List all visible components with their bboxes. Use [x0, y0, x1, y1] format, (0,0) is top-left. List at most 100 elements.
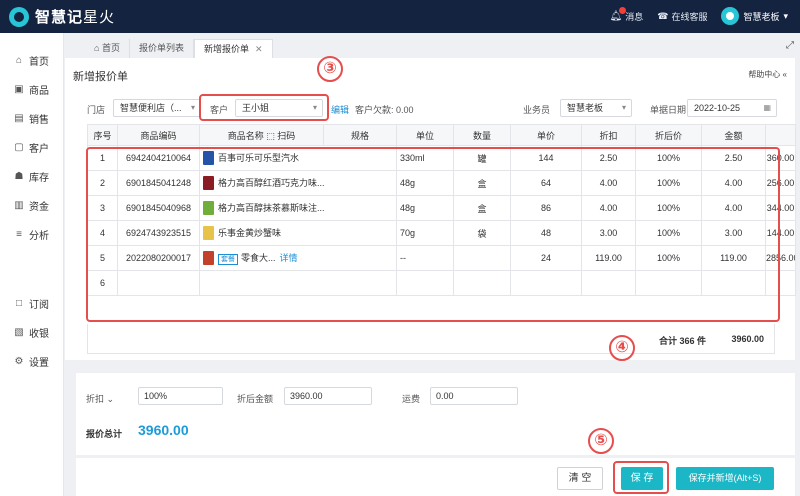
discount-label[interactable]: 折扣 ⌄ [86, 392, 114, 405]
tab-home[interactable]: ⌂ 首页 [85, 39, 130, 58]
col-header-scan[interactable]: 扫码 [277, 131, 295, 141]
table-header-row: 序号 商品编码 商品名称 ⬚ 扫码 规格 单位 数量 单价 折扣 折后价 金额 [87, 124, 796, 146]
sidebar-item-label: 首页 [29, 57, 49, 68]
tab-home-label: 首页 [101, 43, 120, 53]
help-center-link[interactable]: 帮助中心 « [748, 69, 787, 80]
book-icon: □ [15, 298, 23, 309]
col-header-price: 单价 [510, 124, 582, 146]
home-icon: ⌂ [94, 43, 102, 53]
col-header-name: 商品名称 ⬚ 扫码 [199, 124, 324, 146]
col-header-name-label: 商品名称 [227, 130, 264, 141]
after-discount-input[interactable]: 3960.00 [284, 387, 372, 405]
sidebar-item-clipboard[interactable]: ▤ 销售 [0, 104, 63, 133]
calendar-icon: ▦ [763, 103, 771, 112]
sidebar-item-label: 设置 [29, 358, 49, 369]
box-icon: ▣ [14, 84, 24, 95]
annotation-step-5: ⑤ [588, 428, 614, 454]
sidebar-item-home[interactable]: ⌂ 首页 [0, 46, 63, 75]
date-picker[interactable]: 2022-10-25 ▦ [687, 99, 777, 117]
shipping-label: 运费 [402, 394, 421, 404]
annotation-box-customer [199, 94, 329, 121]
col-header-spec: 规格 [323, 124, 397, 146]
avatar [721, 7, 740, 25]
col-header-amount: 金额 [701, 124, 766, 146]
discount-input[interactable]: 100% [138, 387, 223, 405]
expand-icon[interactable]: ⤢ [786, 40, 794, 51]
headset-icon: ☎ [657, 10, 669, 21]
notification-badge [619, 6, 627, 14]
messages-label: 消息 [625, 11, 644, 22]
sidebar-item-label: 订阅 [29, 300, 49, 311]
edit-customer-link[interactable]: 编辑 [331, 103, 349, 116]
app-logo[interactable]: 智慧记星火 [9, 6, 115, 27]
date-value: 2022-10-25 [694, 103, 741, 113]
collapse-icon: « [782, 70, 787, 79]
sidebar-item-label: 销售 [29, 115, 49, 126]
date-label: 单据日期 [650, 105, 687, 115]
col-header-no: 序号 [87, 124, 118, 146]
tab-new-quote-label: 新增报价单 [203, 44, 249, 54]
store-select[interactable]: 智慧便利店（... ▾ [113, 99, 201, 117]
annotation-box-save [613, 461, 669, 494]
salesman-select[interactable]: 智慧老板 ▾ [560, 99, 632, 117]
support-label: 在线客服 [671, 11, 708, 22]
close-icon[interactable]: ✕ [255, 44, 263, 54]
sidebar-item-label: 分析 [29, 231, 49, 242]
col-header-extra [765, 124, 796, 146]
shipping-input[interactable]: 0.00 [430, 387, 518, 405]
warehouse-icon: ☗ [14, 171, 24, 182]
sidebar-item-warehouse[interactable]: ☗ 库存 [0, 162, 63, 191]
online-support-button[interactable]: ☎ 在线客服 [657, 10, 707, 23]
tab-quote-list-label: 报价单列表 [138, 43, 184, 53]
save-and-new-button[interactable]: 保存并新增(Alt+S) [676, 467, 774, 490]
user-menu[interactable]: 智慧老板 ▾ [721, 7, 788, 25]
chevron-down-icon: ⌄ [104, 394, 115, 404]
logo-sub-text: 星火 [83, 9, 116, 26]
page-title: 新增报价单 [73, 71, 128, 83]
wallet-icon: ▥ [14, 200, 24, 211]
col-header-disc-price: 折后价 [635, 124, 702, 146]
store-value: 智慧便利店（... [120, 103, 182, 113]
sidebar-item-book[interactable]: □ 订阅 [0, 289, 63, 318]
col-header-qty: 数量 [453, 124, 511, 146]
annotation-step-4: ④ [609, 335, 635, 361]
quote-summary: 折扣 ⌄ 100% 折后金额 3960.00 运费 0.00 报价总计 3960… [76, 373, 795, 455]
user-name: 智慧老板 [743, 11, 780, 22]
sidebar-item-box[interactable]: ▣ 商品 [0, 75, 63, 104]
messages-button[interactable]: 🔔︎ 消息 [610, 6, 644, 23]
total-count: 合计 366 件 [658, 336, 706, 346]
sidebar-item-label: 资金 [29, 202, 49, 213]
top-right-menu: 🔔︎ 消息 ☎ 在线客服 智慧老板 ▾ [610, 6, 788, 25]
sidebar-item-wallet[interactable]: ▥ 资金 [0, 191, 63, 220]
col-header-discount: 折扣 [581, 124, 636, 146]
action-bar: 清 空 保 存 保存并新增(Alt+S) [76, 458, 795, 496]
top-bar: 智慧记星火 🔔︎ 消息 ☎ 在线客服 智慧老板 ▾ [0, 0, 800, 33]
logo-main-text: 智慧记 [35, 9, 84, 26]
scan-icon[interactable]: ⬚ [266, 131, 275, 141]
tab-new-quote[interactable]: 新增报价单 ✕ [193, 39, 273, 58]
bell-icon: 🔔︎ [610, 6, 627, 22]
chart-icon: ≡ [16, 229, 22, 240]
salesman-label: 业务员 [523, 105, 551, 115]
after-discount-label: 折后金额 [237, 394, 274, 404]
annotation-box-items [86, 147, 780, 322]
total-amount: 3960.00 [731, 334, 764, 344]
tab-quote-list[interactable]: 报价单列表 [129, 39, 194, 58]
table-totals: 合计 366 件 3960.00 [87, 324, 775, 354]
sidebar-item-cashier[interactable]: ▧ 收银 [0, 318, 63, 347]
chevron-down-icon: ▾ [621, 103, 626, 112]
logo-icon [9, 6, 29, 27]
clear-button[interactable]: 清 空 [557, 467, 603, 490]
sidebar-item-label: 库存 [29, 173, 49, 184]
discount-label-text: 折扣 [86, 394, 105, 404]
sidebar-item-gear[interactable]: ⚙ 设置 [0, 347, 63, 376]
sidebar: ⌂ 首页 ▣ 商品 ▤ 销售 ▢ 客户 ☗ 库存 ▥ 资金 ≡ 分析 □ 订阅 ▧ 收银 ⚙ 设置 [0, 33, 64, 496]
chevron-down-icon: ▾ [190, 103, 195, 112]
customer-debt: 客户欠款: 0.00 [355, 105, 414, 115]
salesman-value: 智慧老板 [567, 103, 604, 113]
col-header-code: 商品编码 [117, 124, 200, 146]
home-icon: ⌂ [15, 55, 23, 66]
sidebar-item-label: 收银 [29, 329, 49, 340]
sidebar-item-chart[interactable]: ≡ 分析 [0, 220, 63, 249]
sidebar-item-contact[interactable]: ▢ 客户 [0, 133, 63, 162]
